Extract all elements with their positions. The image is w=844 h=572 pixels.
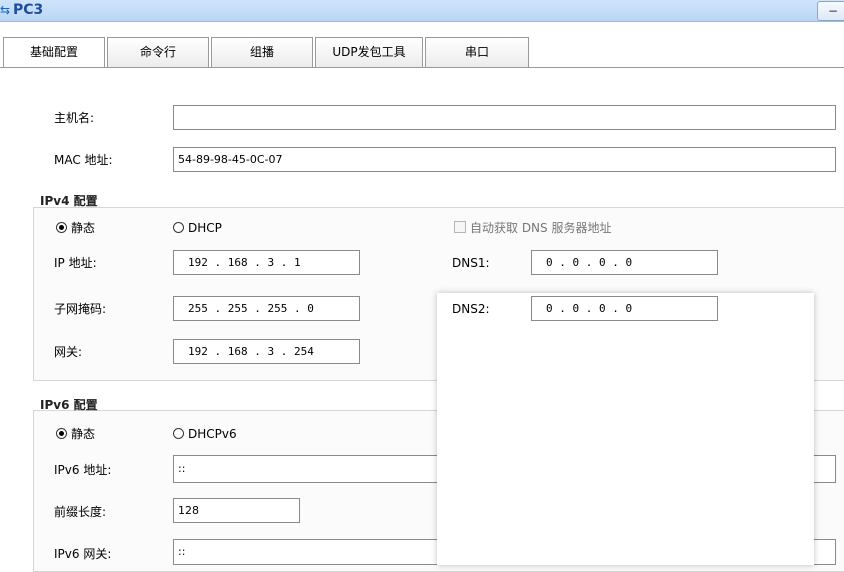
ipv6-dhcpv6-label: DHCPv6 xyxy=(188,427,237,441)
tab-basic-config[interactable]: 基础配置 xyxy=(3,37,105,68)
ipv4-static-radio[interactable] xyxy=(56,222,67,233)
ipv4-dhcp-label: DHCP xyxy=(188,221,222,235)
subnet-mask-label: 子网掩码: xyxy=(54,302,107,316)
window-title: PC3 xyxy=(13,2,44,18)
tab-multicast[interactable]: 组播 xyxy=(211,37,313,67)
ipv4-static-label: 静态 xyxy=(71,221,96,235)
mac-address-field[interactable]: 54-89-98-45-0C-07 xyxy=(173,147,836,172)
auto-dns-label: 自动获取 DNS 服务器地址 xyxy=(470,221,612,235)
ipv4-dhcp-radio[interactable] xyxy=(173,222,184,233)
tab-serial[interactable]: 串口 xyxy=(425,37,529,67)
auto-dns-checkbox[interactable] xyxy=(454,221,466,233)
title-bar: ⇆ PC3 − xyxy=(0,0,844,22)
ipv6-static-radio[interactable] xyxy=(56,428,67,439)
prefix-length-field[interactable]: 128 xyxy=(173,498,300,523)
overlay-panel xyxy=(437,293,814,565)
subnet-mask-field[interactable]: 255 . 255 . 255 . 0 xyxy=(173,296,360,321)
ipv6-address-label: IPv6 地址: xyxy=(54,463,112,477)
tab-udp-tool[interactable]: UDP发包工具 xyxy=(315,37,423,67)
ip-address-field[interactable]: 192 . 168 . 3 . 1 xyxy=(173,250,360,275)
prefix-length-label: 前缀长度: xyxy=(54,505,107,519)
mac-label: MAC 地址: xyxy=(54,153,113,167)
dns1-label: DNS1: xyxy=(452,256,490,270)
dns1-field[interactable]: 0 . 0 . 0 . 0 xyxy=(531,250,718,275)
hostname-input[interactable] xyxy=(173,105,836,130)
ipv6-dhcpv6-radio[interactable] xyxy=(173,428,184,439)
ipv6-static-label: 静态 xyxy=(71,427,96,441)
dns2-field[interactable]: 0 . 0 . 0 . 0 xyxy=(531,296,718,321)
ipv6-gateway-label: IPv6 网关: xyxy=(54,547,112,561)
pc-icon: ⇆ xyxy=(0,3,11,17)
tab-divider xyxy=(0,67,844,68)
ipv4-section-title: IPv4 配置 xyxy=(40,194,98,208)
gateway-label: 网关: xyxy=(54,345,83,359)
minimize-button[interactable]: − xyxy=(817,1,844,21)
ipv6-section-title: IPv6 配置 xyxy=(40,398,98,412)
gateway-field[interactable]: 192 . 168 . 3 . 254 xyxy=(173,339,360,364)
hostname-label: 主机名: xyxy=(54,111,95,125)
tab-command-line[interactable]: 命令行 xyxy=(107,37,209,67)
ip-address-label: IP 地址: xyxy=(54,256,97,270)
dns2-label: DNS2: xyxy=(452,302,490,316)
